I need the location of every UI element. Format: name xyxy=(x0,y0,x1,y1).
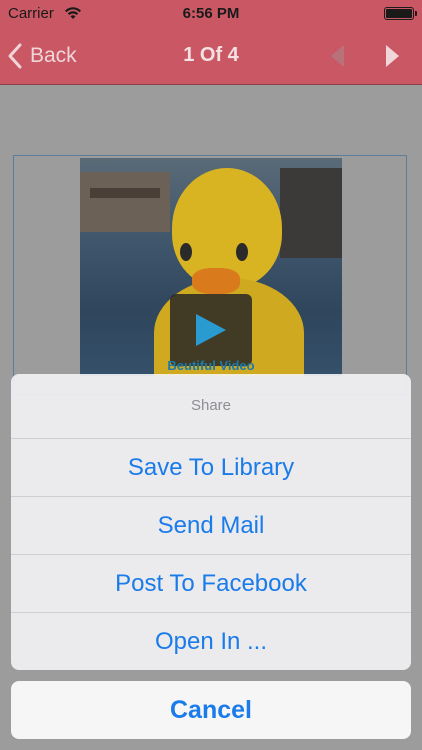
open-in-button[interactable]: Open In ... xyxy=(11,613,411,670)
next-button[interactable] xyxy=(382,42,404,70)
navigation-bar: Back 1 Of 4 xyxy=(0,28,422,85)
previous-button[interactable] xyxy=(326,42,348,70)
video-caption: Beutiful Video xyxy=(167,358,255,373)
play-button[interactable] xyxy=(170,294,252,366)
video-frame: Beutiful Video xyxy=(13,155,407,395)
status-time: 6:56 PM xyxy=(182,5,240,22)
chevron-left-icon xyxy=(331,45,344,67)
page-counter-title: 1 Of 4 xyxy=(183,44,239,66)
battery-icon xyxy=(384,7,417,20)
status-bar: Carrier 6:56 PM xyxy=(0,0,422,28)
share-action-sheet: Share Save To Library Send Mail Post To … xyxy=(11,374,411,670)
post-to-facebook-button[interactable]: Post To Facebook xyxy=(11,555,411,613)
save-to-library-button[interactable]: Save To Library xyxy=(11,439,411,497)
action-sheet-title: Share xyxy=(11,374,411,439)
send-mail-button[interactable]: Send Mail xyxy=(11,497,411,555)
chevron-right-icon xyxy=(386,45,399,67)
cancel-button[interactable]: Cancel xyxy=(11,681,411,739)
play-icon xyxy=(196,314,226,346)
video-thumbnail xyxy=(80,158,342,376)
